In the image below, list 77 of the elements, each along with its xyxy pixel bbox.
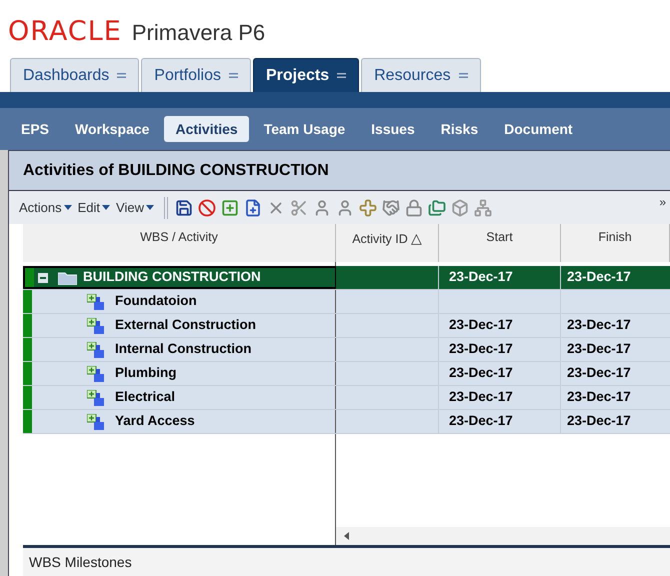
nav-tab[interactable]: Projects	[252, 58, 360, 92]
nav-tab[interactable]: Dashboards	[10, 58, 140, 92]
wbs-node-icon	[87, 390, 105, 406]
table-cell-text: 23-Dec-17	[449, 388, 513, 406]
menu-button[interactable]: View	[116, 198, 154, 218]
menu-button[interactable]: Actions	[19, 198, 72, 218]
column-header[interactable]: Start	[439, 224, 561, 262]
dropdown-icon	[228, 72, 238, 78]
subnav-item[interactable]: Workspace	[64, 116, 160, 142]
table-cell-text: 23-Dec-17	[567, 364, 631, 382]
tree-row[interactable]: Internal Construction	[23, 338, 336, 361]
save-icon[interactable]	[174, 198, 192, 216]
table-cell-text: 23-Dec-17	[449, 268, 513, 286]
subnav-item[interactable]: Activities	[164, 116, 249, 142]
column-header[interactable]: WBS / Activity	[23, 224, 336, 262]
table-cell-text: 23-Dec-17	[567, 340, 631, 358]
product-name: Primavera P6	[132, 18, 266, 46]
bottom-panel-title: WBS Milestones	[29, 552, 132, 572]
lock-icon[interactable]	[404, 198, 422, 216]
tree-row[interactable]: BUILDING CONSTRUCTION	[23, 266, 336, 289]
cancel-icon[interactable]	[198, 198, 216, 216]
caret-icon	[102, 205, 110, 210]
tree-row[interactable]: Yard Access	[23, 410, 336, 433]
table-cell-text: 23-Dec-17	[567, 268, 631, 286]
table-cell-text: 23-Dec-17	[449, 340, 513, 358]
folders-icon[interactable]	[428, 198, 446, 216]
wbs-name: Electrical	[115, 388, 176, 406]
nav-tab[interactable]: Resources	[361, 58, 481, 92]
wbs-node-icon	[87, 294, 105, 310]
box-icon[interactable]	[450, 198, 468, 216]
wbs-node-icon	[87, 318, 105, 334]
overflow-button[interactable]: »	[659, 193, 666, 211]
tree-row[interactable]: External Construction	[23, 314, 336, 337]
table-cell-text: 23-Dec-17	[567, 412, 631, 430]
table-cell-text: 23-Dec-17	[567, 388, 631, 406]
tree-row[interactable]: Electrical	[23, 386, 336, 409]
wbs-name: Plumbing	[115, 364, 176, 382]
subnav-item[interactable]: Team Usage	[252, 116, 356, 142]
wbs-name: External Construction	[115, 316, 256, 334]
table-cell-text: 23-Dec-17	[567, 316, 631, 334]
wbs-name: BUILDING CONSTRUCTION	[83, 268, 261, 286]
menu-button[interactable]: Edit	[78, 198, 110, 218]
caret-icon	[64, 205, 72, 210]
nav-tab[interactable]: Portfolios	[141, 58, 251, 92]
network-icon[interactable]	[474, 198, 492, 216]
column-header[interactable]: Finish	[561, 224, 670, 262]
sort-indicator: △	[410, 230, 422, 246]
tree-row[interactable]: Plumbing	[23, 362, 336, 385]
dropdown-icon	[458, 72, 468, 78]
add-file-icon[interactable]	[244, 198, 262, 216]
folder-icon	[58, 270, 77, 284]
wbs-node-icon	[87, 342, 105, 358]
wbs-name: Foundatoion	[115, 292, 197, 310]
subnav-item[interactable]: EPS	[10, 116, 60, 142]
collapse-toggle[interactable]	[38, 272, 48, 282]
wbs-node-icon	[87, 414, 105, 430]
wbs-name: Yard Access	[115, 412, 195, 430]
dropdown-icon	[337, 72, 346, 78]
table-cell-text: 23-Dec-17	[449, 412, 513, 430]
caret-icon	[146, 205, 154, 210]
scissors-icon[interactable]	[290, 198, 308, 216]
wbs-node-icon	[87, 366, 105, 382]
handshake-icon[interactable]	[382, 198, 400, 216]
add-icon[interactable]	[220, 198, 238, 216]
column-header[interactable]: Activity ID △	[336, 224, 439, 262]
scroll-left-icon[interactable]	[344, 532, 349, 540]
wbs-name: Internal Construction	[115, 340, 252, 358]
horizontal-scrollbar[interactable]	[336, 527, 670, 545]
table-cell-text: 23-Dec-17	[449, 364, 513, 382]
table-cell-text: 23-Dec-17	[449, 316, 513, 334]
subnav-item[interactable]: Document	[493, 116, 584, 142]
subnav-item[interactable]: Issues	[360, 116, 426, 142]
cross-icon[interactable]	[358, 198, 376, 216]
oracle-logo: ORACLE	[8, 14, 122, 49]
panel-title: Activities of BUILDING CONSTRUCTION	[23, 160, 329, 180]
dropdown-icon	[117, 72, 126, 78]
subnav-item[interactable]: Risks	[430, 116, 490, 142]
